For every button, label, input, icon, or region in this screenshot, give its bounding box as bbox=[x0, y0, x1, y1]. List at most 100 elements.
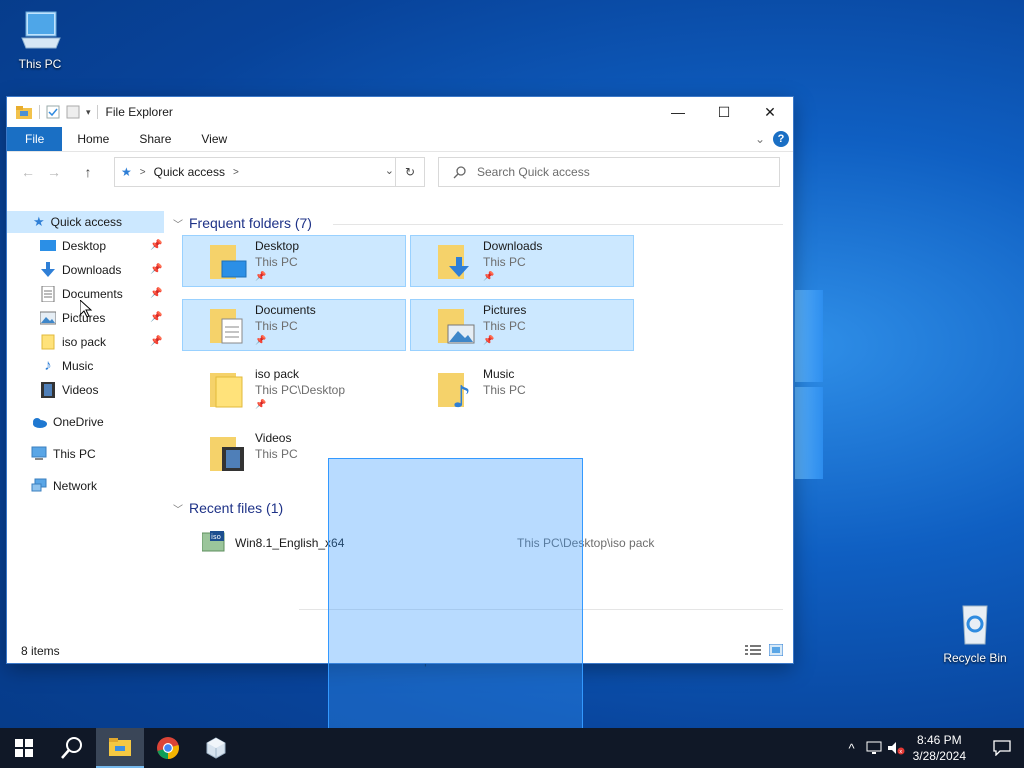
folder-tile-downloads[interactable]: Downloads This PC 📌 bbox=[410, 235, 634, 287]
tab-view[interactable]: View bbox=[186, 127, 242, 151]
desktop-icon-label: Recycle Bin bbox=[943, 651, 1007, 665]
folder-location: This PC bbox=[255, 255, 298, 269]
maximize-button[interactable]: ☐ bbox=[701, 97, 747, 127]
content-pane[interactable]: ﹀ Frequent folders (7) Desktop This PC 📌… bbox=[167, 209, 793, 743]
folder-location: This PC\Desktop bbox=[255, 383, 346, 397]
cloud-icon bbox=[33, 418, 47, 428]
folder-tile-documents[interactable]: Documents This PC 📌 bbox=[182, 299, 406, 351]
pin-icon: 📌 bbox=[255, 335, 267, 345]
folder-tile-desktop[interactable]: Desktop This PC 📌 bbox=[182, 235, 406, 287]
svg-text:♪: ♪ bbox=[452, 380, 471, 409]
sidebar-item-network[interactable]: Network bbox=[31, 475, 97, 497]
tab-share[interactable]: Share bbox=[124, 127, 186, 151]
new-folder-icon[interactable] bbox=[66, 105, 80, 119]
pin-icon: 📌 bbox=[255, 399, 267, 409]
windows-logo-wallpaper bbox=[795, 290, 823, 480]
details-view-icon[interactable] bbox=[745, 644, 761, 656]
sidebar-item-this-pc[interactable]: This PC bbox=[31, 443, 96, 465]
help-icon[interactable]: ? bbox=[773, 131, 789, 147]
music-note-icon: ♪ bbox=[44, 357, 52, 374]
sidebar-item-label: OneDrive bbox=[53, 415, 104, 429]
sidebar-item-onedrive[interactable]: OneDrive bbox=[31, 411, 104, 433]
sidebar-item-music[interactable]: ♪ Music bbox=[40, 355, 93, 377]
quick-access-star-icon: ★ bbox=[33, 214, 45, 229]
taskbar-file-explorer[interactable] bbox=[96, 728, 144, 768]
up-button[interactable]: ↑ bbox=[75, 164, 101, 180]
videos-folder-icon bbox=[210, 437, 244, 471]
folder-tile-music[interactable]: ♪ Music This PC bbox=[410, 363, 634, 415]
folder-tile-iso-pack[interactable]: iso pack This PC\Desktop 📌 bbox=[182, 363, 406, 415]
breadcrumb-quick-access[interactable]: Quick access bbox=[154, 165, 225, 179]
customize-toolbar-chevron-icon[interactable]: ▾ bbox=[86, 107, 91, 118]
picture-icon bbox=[40, 311, 56, 325]
clock-time: 8:46 PM bbox=[916, 733, 962, 747]
pin-icon: 📌 bbox=[150, 264, 163, 275]
collapse-chevron-icon: ﹀ bbox=[173, 504, 183, 516]
show-hidden-icons-chevron-icon[interactable]: ^ bbox=[841, 741, 863, 756]
large-icons-view-icon[interactable] bbox=[769, 644, 783, 656]
properties-icon[interactable] bbox=[46, 105, 60, 119]
refresh-button[interactable]: ↻ bbox=[395, 158, 424, 186]
pin-icon: 📌 bbox=[255, 271, 267, 281]
tab-file[interactable]: File bbox=[7, 127, 63, 151]
forward-button[interactable]: → bbox=[41, 164, 67, 180]
search-input[interactable]: Search Quick access bbox=[477, 165, 590, 179]
sidebar-item-label: Downloads bbox=[62, 263, 122, 277]
volume-muted-icon[interactable]: x bbox=[885, 741, 907, 755]
title-bar[interactable]: ▾ File Explorer — ☐ ✕ bbox=[7, 97, 793, 127]
back-button[interactable]: ← bbox=[15, 164, 41, 180]
search-box[interactable]: Search Quick access bbox=[438, 157, 780, 187]
collapse-chevron-icon: ﹀ bbox=[173, 219, 183, 231]
recycle-bin-icon bbox=[962, 605, 988, 645]
sidebar-item-desktop[interactable]: Desktop bbox=[40, 235, 106, 257]
action-center-notification-icon[interactable] bbox=[980, 740, 1024, 756]
pin-icon: 📌 bbox=[150, 240, 163, 251]
desktop-icon-this-pc[interactable]: This PC bbox=[0, 8, 80, 71]
frequent-folders-header[interactable]: ﹀ Frequent folders (7) bbox=[173, 215, 312, 231]
pin-icon: 📌 bbox=[483, 335, 495, 345]
svg-text:iso: iso bbox=[211, 533, 221, 541]
pin-icon: 📌 bbox=[150, 288, 163, 299]
close-button[interactable]: ✕ bbox=[747, 97, 793, 127]
recent-files-header[interactable]: ﹀ Recent files (1) bbox=[173, 500, 283, 516]
item-count: 8 items bbox=[21, 644, 60, 658]
sidebar-item-iso-pack[interactable]: iso pack bbox=[40, 331, 106, 353]
desktop-icon-recycle-bin[interactable]: Recycle Bin bbox=[935, 602, 1015, 665]
folder-name: Pictures bbox=[483, 303, 527, 317]
expand-ribbon-chevron-icon[interactable]: ⌄ bbox=[755, 132, 765, 146]
sidebar-item-quick-access[interactable]: ★ Quick access bbox=[7, 211, 164, 233]
documents-folder-icon bbox=[210, 309, 243, 344]
taskbar-chrome[interactable] bbox=[144, 728, 192, 768]
tab-home[interactable]: Home bbox=[62, 127, 124, 151]
sidebar-item-pictures[interactable]: Pictures bbox=[40, 307, 105, 329]
computer-icon bbox=[31, 446, 47, 460]
search-button[interactable] bbox=[48, 728, 96, 768]
desktop-folder-icon bbox=[210, 245, 247, 279]
network-icon bbox=[31, 478, 47, 492]
address-bar[interactable]: ★ > Quick access > ⌄ ↻ bbox=[114, 157, 425, 187]
quick-access-star-icon: ★ bbox=[121, 165, 132, 179]
folder-name: Music bbox=[483, 367, 515, 381]
file-explorer-icon bbox=[109, 738, 131, 756]
taskbar-virtualbox[interactable] bbox=[192, 728, 240, 768]
folder-name: Downloads bbox=[483, 239, 543, 253]
download-arrow-icon bbox=[41, 262, 55, 277]
folder-name: Desktop bbox=[255, 239, 300, 253]
sidebar-item-downloads[interactable]: Downloads bbox=[40, 259, 121, 281]
file-explorer-window[interactable]: ▾ File Explorer — ☐ ✕ File Home Share Vi… bbox=[7, 97, 793, 743]
sidebar-item-videos[interactable]: Videos bbox=[40, 379, 98, 401]
search-icon bbox=[61, 737, 82, 759]
start-button[interactable] bbox=[0, 728, 48, 768]
clock[interactable]: 8:46 PM 3/28/2024 bbox=[913, 732, 966, 764]
sidebar-item-label: Videos bbox=[62, 383, 99, 397]
breadcrumb-chevron[interactable]: > bbox=[233, 167, 239, 178]
address-history-dropdown-icon[interactable]: ⌄ bbox=[385, 164, 394, 177]
network-icon[interactable] bbox=[863, 741, 885, 755]
sidebar-item-label: Documents bbox=[62, 287, 123, 301]
navigation-bar: ← → ↑ ★ > Quick access > ⌄ ↻ Search Quic… bbox=[7, 152, 793, 192]
pin-icon: 📌 bbox=[150, 312, 163, 323]
group-title: Recent files (1) bbox=[189, 500, 284, 516]
minimize-button[interactable]: — bbox=[655, 97, 701, 127]
folder-name: iso pack bbox=[255, 367, 300, 381]
folder-tile-pictures[interactable]: Pictures This PC 📌 bbox=[410, 299, 634, 351]
